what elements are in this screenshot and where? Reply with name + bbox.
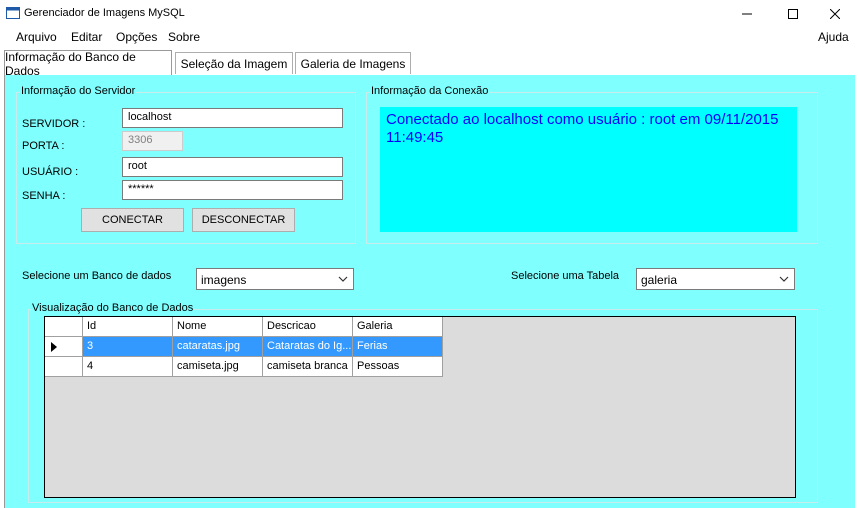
close-button[interactable]: [812, 0, 858, 28]
table-cell[interactable]: 3: [83, 337, 173, 357]
column-header-id[interactable]: Id: [83, 317, 173, 337]
connection-status-line-2: 11:49:45: [386, 129, 444, 146]
menu-opcoes[interactable]: Opções: [116, 30, 157, 44]
menu-sobre[interactable]: Sobre: [168, 30, 200, 44]
maximize-icon: [788, 9, 798, 19]
port-label: PORTA :: [22, 140, 65, 152]
current-row-arrow-icon: [51, 342, 57, 352]
password-label: SENHA :: [22, 190, 66, 202]
disconnect-button[interactable]: DESCONECTAR: [192, 208, 295, 232]
database-select-label: Selecione um Banco de dados: [22, 270, 172, 282]
row-header-selected[interactable]: [45, 337, 83, 357]
connection-status-box: Conectado ao localhost como usuário : ro…: [380, 107, 797, 232]
password-input[interactable]: ******: [122, 180, 343, 200]
server-info-legend: Informação do Servidor: [20, 85, 137, 97]
user-input[interactable]: root: [122, 157, 343, 177]
database-select[interactable]: imagens: [196, 268, 354, 290]
tab-image-selection[interactable]: Seleção da Imagem: [175, 52, 293, 74]
table-cell[interactable]: camiseta branca: [263, 357, 353, 377]
row-header[interactable]: [45, 357, 83, 377]
menu-bar: Arquivo Editar Opções Sobre Ajuda: [0, 28, 858, 48]
app-window-icon: [6, 7, 20, 19]
chevron-down-icon: [779, 276, 789, 282]
table-select[interactable]: galeria: [636, 268, 795, 290]
title-bar: Gerenciador de Imagens MySQL: [0, 0, 858, 28]
table-cell[interactable]: Pessoas: [353, 357, 443, 377]
grid-corner-header: [45, 317, 83, 337]
table-select-label: Selecione uma Tabela: [511, 270, 620, 282]
table-select-value: galeria: [641, 273, 678, 287]
user-label: USUÁRIO :: [22, 166, 79, 178]
minimize-icon: [742, 13, 752, 15]
table-cell[interactable]: Cataratas do Ig...: [263, 337, 353, 357]
maximize-button[interactable]: [770, 0, 816, 28]
data-grid[interactable]: Id Nome Descricao Galeria 3 cataratas.jp…: [44, 316, 796, 498]
minimize-button[interactable]: [724, 0, 770, 28]
menu-arquivo[interactable]: Arquivo: [16, 30, 57, 44]
table-cell[interactable]: 4: [83, 357, 173, 377]
column-header-nome[interactable]: Nome: [173, 317, 263, 337]
table-cell[interactable]: camiseta.jpg: [173, 357, 263, 377]
close-icon: [830, 9, 840, 19]
connection-status-line-1: Conectado ao localhost como usuário : ro…: [386, 111, 779, 128]
menu-ajuda[interactable]: Ajuda: [818, 30, 849, 44]
column-header-galeria[interactable]: Galeria: [353, 317, 443, 337]
tab-image-gallery[interactable]: Galeria de Imagens: [295, 52, 411, 74]
menu-editar[interactable]: Editar: [71, 30, 102, 44]
port-input[interactable]: 3306: [122, 131, 183, 151]
chevron-down-icon: [338, 276, 348, 282]
server-input[interactable]: localhost: [122, 108, 343, 128]
tab-database-info[interactable]: Informação do Banco de Dados: [4, 50, 172, 78]
column-header-descricao[interactable]: Descricao: [263, 317, 353, 337]
database-select-value: imagens: [201, 273, 247, 287]
database-view-legend: Visualização do Banco de Dados: [31, 302, 195, 314]
table-cell[interactable]: Ferias: [353, 337, 443, 357]
window-title: Gerenciador de Imagens MySQL: [24, 7, 185, 19]
connect-button[interactable]: CONECTAR: [81, 208, 184, 232]
server-label: SERVIDOR :: [22, 118, 86, 130]
table-cell[interactable]: cataratas.jpg: [173, 337, 263, 357]
connection-info-legend: Informação da Conexão: [370, 85, 490, 97]
